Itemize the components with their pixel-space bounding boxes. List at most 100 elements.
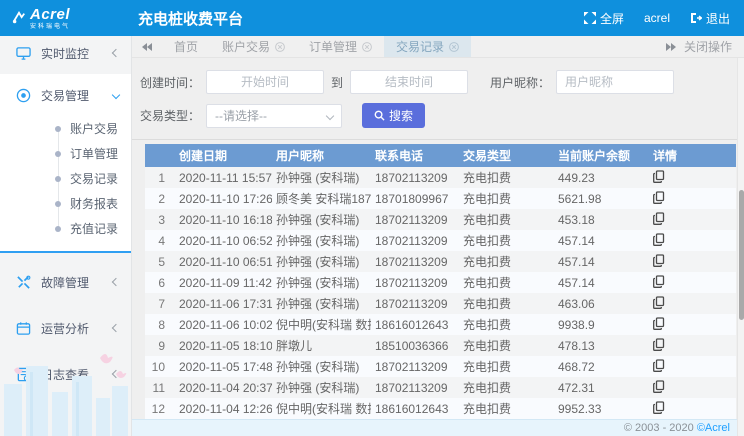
detail-copy-icon[interactable] — [653, 233, 665, 246]
logout-icon — [690, 12, 702, 24]
col-contact-phone: 联系电话 — [371, 144, 459, 167]
footer-brand-link[interactable]: ©Acrel — [697, 422, 730, 434]
tab-close-icon[interactable] — [449, 42, 459, 52]
main-content: 首页 账户交易 订单管理 交易记录 — [132, 36, 744, 436]
to-label: 到 — [331, 74, 343, 91]
sidebar-item-log-view[interactable]: 日志查看 — [0, 357, 131, 391]
create-date-cell: 2020-11-11 15:57:23 — [175, 167, 272, 188]
table-row: 112020-11-04 20:37:02孙钟强 (安科瑞)1870211320… — [145, 377, 736, 398]
chevron-down-icon — [326, 111, 334, 119]
row-index: 10 — [145, 356, 175, 377]
scrollbar-thumb[interactable] — [739, 190, 744, 320]
detail-copy-icon[interactable] — [653, 380, 665, 393]
row-index: 12 — [145, 398, 175, 419]
detail-cell — [649, 209, 736, 230]
create-date-cell: 2020-11-05 18:10:13 — [175, 335, 272, 356]
transaction-type-cell: 充电扣费 — [459, 314, 554, 335]
detail-copy-icon[interactable] — [653, 275, 665, 288]
vertical-scrollbar[interactable] — [737, 58, 744, 436]
sub-item-label: 订单管理 — [70, 145, 118, 162]
tab-close-icon[interactable] — [362, 42, 372, 52]
row-index: 4 — [145, 230, 175, 251]
sidebar-item-fault-mgmt[interactable]: 故障管理 — [0, 265, 131, 299]
tab-transaction-records[interactable]: 交易记录 — [384, 36, 471, 57]
brand-name: Acrel — [30, 7, 70, 22]
end-time-input[interactable] — [350, 70, 468, 94]
contact-phone-cell: 18702113209 — [371, 356, 459, 377]
acrel-logo-icon — [12, 11, 26, 25]
row-index: 1 — [145, 167, 175, 188]
account-balance-cell: 478.13 — [554, 335, 649, 356]
transaction-type-cell: 充电扣费 — [459, 188, 554, 209]
contact-phone-cell: 18702113209 — [371, 293, 459, 314]
sidebar-item-order-mgmt[interactable]: 订单管理 — [0, 141, 131, 166]
fullscreen-button[interactable]: 全屏 — [584, 10, 624, 27]
account-balance-cell: 457.14 — [554, 272, 649, 293]
detail-copy-icon[interactable] — [653, 296, 665, 309]
logo: Acrel 安科瑞电气 — [0, 7, 132, 30]
transaction-type-select[interactable]: --请选择-- — [206, 104, 342, 128]
start-time-input[interactable] — [206, 70, 324, 94]
transaction-type-cell: 充电扣费 — [459, 377, 554, 398]
detail-copy-icon[interactable] — [653, 401, 665, 414]
detail-copy-icon[interactable] — [653, 317, 665, 330]
records-table: 创建日期 用户昵称 联系电话 交易类型 当前账户余额 详情 12020-11-1… — [145, 144, 736, 419]
sidebar-item-label: 日志查看 — [41, 366, 113, 383]
brand-subtitle: 安科瑞电气 — [30, 24, 70, 30]
chevron-left-icon — [112, 49, 120, 57]
user-nickname-cell: 孙钟强 (安科瑞) — [272, 272, 371, 293]
table-row: 12020-11-11 15:57:23孙钟强 (安科瑞)18702113209… — [145, 167, 736, 188]
detail-copy-icon[interactable] — [653, 212, 665, 225]
detail-copy-icon[interactable] — [653, 338, 665, 351]
calendar-icon — [16, 321, 31, 336]
detail-cell — [649, 356, 736, 377]
user-nickname-cell: 倪中明(安科瑞 数据部)1 — [272, 314, 371, 335]
col-create-date: 创建日期 — [175, 144, 272, 167]
sidebar-item-account-transactions[interactable]: 账户交易 — [0, 116, 131, 141]
sidebar-item-financial-report[interactable]: 财务报表 — [0, 191, 131, 216]
create-date-cell: 2020-11-04 12:26:31 — [175, 398, 272, 419]
row-index: 8 — [145, 314, 175, 335]
detail-cell — [649, 335, 736, 356]
tab-label: 交易记录 — [396, 38, 444, 55]
create-date-cell: 2020-11-10 06:52:59 — [175, 230, 272, 251]
detail-cell — [649, 293, 736, 314]
tab-order-mgmt[interactable]: 订单管理 — [297, 36, 384, 57]
logout-button[interactable]: 退出 — [690, 10, 730, 27]
log-document-icon — [16, 367, 31, 382]
tab-account-transactions[interactable]: 账户交易 — [210, 36, 297, 57]
sidebar-item-operation-analysis[interactable]: 运营分析 — [0, 311, 131, 345]
sidebar-item-recharge-records[interactable]: 充值记录 — [0, 216, 131, 241]
chevron-left-icon — [112, 324, 120, 332]
detail-copy-icon[interactable] — [653, 359, 665, 372]
sidebar-item-transaction-mgmt[interactable]: 交易管理 — [0, 78, 131, 112]
user-nickname-cell: 孙钟强 (安科瑞) — [272, 167, 371, 188]
fault-wrench-icon — [16, 275, 31, 290]
user-nickname-cell: 孙钟强 (安科瑞) — [272, 230, 371, 251]
close-operations-button[interactable]: 关闭操作 — [654, 36, 744, 57]
chevron-left-icon — [112, 278, 120, 286]
tabs-scroll-left-button[interactable] — [132, 36, 162, 57]
nickname-input[interactable] — [556, 70, 674, 94]
username[interactable]: acrel — [644, 11, 670, 25]
table-row: 62020-11-09 11:42:24孙钟强 (安科瑞)18702113209… — [145, 272, 736, 293]
detail-copy-icon[interactable] — [653, 254, 665, 267]
search-button[interactable]: 搜索 — [362, 103, 425, 128]
table-row: 122020-11-04 12:26:31倪中明(安科瑞 数据部)1186160… — [145, 398, 736, 419]
tab-close-icon[interactable] — [275, 42, 285, 52]
sidebar-item-transaction-records[interactable]: 交易记录 — [0, 166, 131, 191]
detail-copy-icon[interactable] — [653, 170, 665, 183]
contact-phone-cell: 18702113209 — [371, 167, 459, 188]
account-balance-cell: 9952.33 — [554, 398, 649, 419]
copyright-text: © 2003 - 2020 — [624, 422, 694, 434]
sidebar-item-realtime-monitor[interactable]: 实时监控 — [0, 36, 131, 70]
create-date-cell: 2020-11-06 17:31:29 — [175, 293, 272, 314]
transaction-type-cell: 充电扣费 — [459, 272, 554, 293]
account-balance-cell: 472.31 — [554, 377, 649, 398]
user-nickname-cell: 胖墩儿 — [272, 335, 371, 356]
create-date-cell: 2020-11-06 10:02:33 — [175, 314, 272, 335]
filter-panel: 创建时间： 到 用户昵称： 交易类型： --请选择-- — [132, 58, 744, 140]
table-row: 72020-11-06 17:31:29孙钟强 (安科瑞)18702113209… — [145, 293, 736, 314]
detail-copy-icon[interactable] — [653, 191, 665, 204]
tab-home[interactable]: 首页 — [162, 36, 210, 57]
